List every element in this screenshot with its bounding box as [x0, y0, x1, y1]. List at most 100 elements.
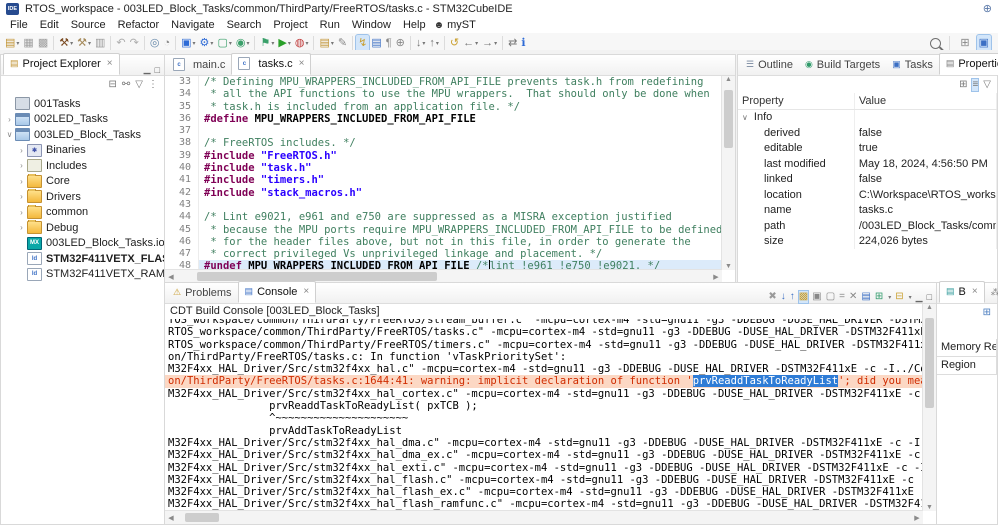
property-row[interactable]: last modified May 18, 2024, 4:56:50 PM [738, 156, 998, 172]
last-edit-location-icon[interactable]: ↺ [448, 35, 461, 52]
console-line[interactable]: prvAddTaskToReadyList [165, 425, 923, 437]
menu-window[interactable]: Window [346, 18, 397, 32]
show-books-icon[interactable]: ▤ [369, 35, 383, 52]
tab-analyzer-view[interactable]: ⁂ [985, 283, 998, 303]
pin-editor-icon[interactable]: ⊕ [394, 35, 407, 52]
coverage-icon[interactable]: ◉ ▾ [234, 35, 252, 52]
close-icon[interactable]: × [299, 58, 305, 69]
console-line[interactable]: M32F4xx_HAL_Driver/Src/stm32f4xx_hal.c" … [165, 363, 923, 375]
tree-item[interactable]: › Debug [1, 220, 164, 236]
pencil-icon[interactable]: ✎ [336, 35, 349, 52]
save-all-icon[interactable]: ▩ [36, 35, 50, 52]
menu-project[interactable]: Project [267, 18, 313, 32]
expander-icon[interactable]: › [16, 192, 27, 201]
close-icon[interactable]: × [972, 286, 978, 297]
expander-icon[interactable]: › [16, 146, 27, 155]
editor-vertical-scrollbar[interactable]: ▲ ▼ [721, 76, 735, 270]
tree-item[interactable]: › Drivers [1, 189, 164, 205]
menu-search[interactable]: Search [221, 18, 268, 32]
show-tree-icon[interactable]: ≡ [971, 77, 980, 92]
console-line[interactable]: M32F4xx_HAL_Driver/Src/stm32f4xx_hal_cor… [165, 388, 923, 400]
region-column-header[interactable]: Region [937, 357, 997, 375]
property-row[interactable]: path/003LED_Block_Tasks/common/Thi [738, 218, 998, 234]
tab-properties[interactable]: ▤Properties× [938, 53, 998, 75]
remove-launch-icon[interactable]: ✕ [849, 291, 857, 303]
link-with-editor-icon[interactable]: ⚯ [122, 79, 130, 91]
console-line[interactable]: M32F4xx_HAL_Driver/Src/stm32f4xx_hal_dma… [165, 449, 923, 461]
next-annotation-icon[interactable]: ↓ ▾ [414, 35, 428, 52]
show-whitespace-icon[interactable]: ¶ [384, 35, 394, 52]
scrollbar-thumb[interactable] [185, 513, 219, 522]
scrollbar-thumb[interactable] [197, 272, 437, 281]
c-cpp-app-icon[interactable]: ▢ ▾ [215, 35, 233, 52]
console-line[interactable]: M32F4xx_HAL_Driver/Src/stm32f4xx_hal_fla… [165, 474, 923, 486]
minimize-icon[interactable]: ▁ [916, 292, 923, 303]
open-perspective-icon[interactable]: ⊞ [958, 35, 971, 52]
tree-item[interactable]: MX 003LED_Block_Tasks.ioc [1, 236, 164, 252]
close-icon[interactable]: × [107, 58, 113, 69]
undo-icon[interactable]: ↶ [114, 35, 127, 52]
search-icon[interactable] [930, 37, 942, 49]
expander-icon[interactable]: ∨ [742, 113, 748, 122]
forward-icon[interactable]: → ▾ [480, 35, 499, 52]
console-line[interactable]: M32F4xx_HAL_Driver/Src/stm32f4xx_hal_dma… [165, 437, 923, 449]
open-project-icon[interactable]: ▤ ▾ [317, 35, 335, 52]
tree-item[interactable]: ld STM32F411VETX_FLASH.ld [1, 251, 164, 267]
expander-icon[interactable]: › [16, 208, 27, 217]
dropdown-caret-icon[interactable]: ▾ [436, 40, 439, 47]
minimize-icon[interactable]: ▁ [144, 64, 151, 75]
dropdown-caret-icon[interactable]: ▾ [193, 40, 196, 47]
dropdown-caret-icon[interactable]: ▾ [271, 40, 274, 47]
scrollbar-thumb[interactable] [724, 90, 733, 148]
editor-tab-tasks.c[interactable]: c tasks.c × [231, 53, 312, 75]
profile-icon[interactable]: ⚑ ▾ [258, 35, 276, 52]
expander-icon[interactable]: ∨ [4, 130, 15, 139]
redo-icon[interactable]: ↷ [128, 35, 141, 52]
tree-item[interactable]: 001Tasks [1, 96, 164, 112]
tab-console[interactable]: ▤ Console × [237, 281, 317, 303]
clear-console-icon[interactable]: ▢ [826, 291, 835, 303]
menu-run[interactable]: Run [314, 18, 346, 32]
jar-icon[interactable]: ▥ [93, 35, 107, 52]
new-view-icon[interactable]: ⊞ [983, 307, 991, 319]
property-group-row[interactable]: ∨ Info [738, 109, 998, 125]
console-line[interactable]: RTOS_workspace/common/ThirdParty/FreeRTO… [165, 339, 923, 351]
dropdown-caret-icon[interactable]: ▾ [494, 40, 497, 47]
dropdown-caret-icon[interactable]: ▾ [331, 40, 334, 47]
scroll-left-arrow[interactable]: ◀ [165, 514, 177, 522]
tree-item[interactable]: ld STM32F411VETX_RAM.ld [1, 267, 164, 283]
expander-icon[interactable]: › [4, 115, 15, 124]
dropdown-caret-icon[interactable]: ▾ [475, 40, 478, 47]
maximize-icon[interactable]: □ [927, 292, 932, 302]
console-output[interactable]: TOS_workspace/common/ThirdParty/FreeRTOS… [165, 319, 923, 511]
console-horizontal-scrollbar[interactable]: ◀ ▶ [165, 510, 923, 524]
tab-tasks[interactable]: ▣ Tasks [886, 55, 939, 75]
scroll-down-arrow[interactable]: ▼ [923, 504, 936, 511]
property-row[interactable]: locationC:\Workspace\RTOS_workspace\co [738, 187, 998, 203]
tree-item[interactable]: › Core [1, 173, 164, 190]
tree-item[interactable]: › Includes [1, 158, 164, 174]
tree-item[interactable]: › common [1, 204, 164, 221]
debug-icon[interactable]: ⚙ ▾ [198, 35, 216, 52]
filter-icon[interactable]: ▽ [135, 79, 143, 91]
scrollbar-thumb[interactable] [925, 318, 934, 408]
scroll-lock-up-icon[interactable]: ↑ [790, 291, 795, 303]
build-all-icon[interactable]: ⚒ ▾ [75, 35, 93, 52]
console-line[interactable]: ^~~~~~~~~~~~~~~~~~~~~~ [165, 412, 923, 424]
tree-item[interactable]: ∨ 003LED_Block_Tasks [1, 127, 164, 143]
pin-console-icon[interactable]: ▣ [812, 291, 821, 303]
menu-navigate[interactable]: Navigate [165, 18, 220, 32]
save-icon[interactable]: ▦ [21, 35, 35, 52]
dropdown-caret-icon[interactable]: ▾ [88, 40, 91, 47]
editor-tab-main.c[interactable]: c main.c [167, 55, 231, 75]
console-warning-line[interactable]: on/ThirdParty/FreeRTOS/tasks.c:1644:41: … [165, 375, 923, 388]
console-line[interactable]: on/ThirdParty/FreeRTOS/tasks.c: In funct… [165, 351, 923, 363]
menu-edit[interactable]: Edit [34, 18, 65, 32]
close-icon[interactable]: × [303, 286, 309, 297]
menu-file[interactable]: File [4, 18, 34, 32]
open-console-icon[interactable]: ⊞ [875, 291, 883, 303]
collapse-all-icon[interactable]: ⊟ [109, 79, 117, 91]
dropdown-caret-icon[interactable]: ▾ [888, 294, 891, 301]
timer-icon[interactable]: ◔ [161, 35, 172, 52]
tab-outline[interactable]: ☰ Outline [740, 55, 799, 75]
